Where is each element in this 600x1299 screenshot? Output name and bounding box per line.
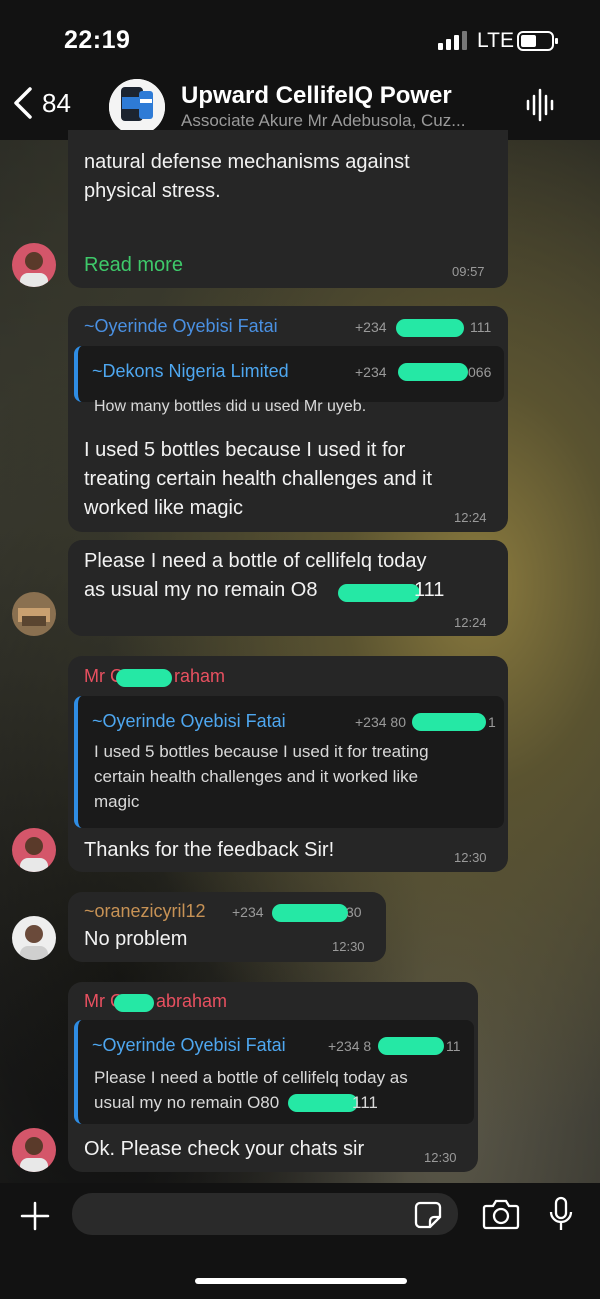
sender-name[interactable]: ~oranezicyril12	[84, 901, 206, 922]
sender-name[interactable]: ~Oyerinde Oyebisi Fatai	[84, 316, 278, 337]
quote-text: usual my no remain O80	[94, 1093, 280, 1112]
message-time: 12:24	[454, 615, 487, 630]
avatar[interactable]	[12, 916, 56, 960]
message-time: 12:30	[424, 1150, 457, 1165]
message-text: No problem	[84, 928, 188, 950]
quote-text: How many bottles did u used Mr uyeb.	[94, 398, 367, 415]
quote-phone-suffix: 066	[468, 364, 492, 380]
message-bubble[interactable]: natural defense mechanisms against physi…	[68, 130, 508, 288]
message-bubble[interactable]: Mr C raham ~Oyerinde Oyebisi Fatai +234 …	[68, 656, 508, 872]
redaction-mark	[398, 363, 468, 381]
quote-text: I used 5 bottles because I used it for t…	[94, 742, 429, 761]
message-text: Please I need a bottle of cellifelq toda…	[84, 550, 427, 572]
read-more-link[interactable]: Read more	[84, 251, 183, 280]
quote-phone: +234 80	[355, 714, 406, 730]
message-bubble[interactable]: ~oranezicyril12 +234 30 No problem 12:30	[68, 892, 386, 962]
redaction-mark	[338, 584, 420, 602]
message-text: natural defense mechanisms against	[84, 151, 410, 173]
mic-icon[interactable]	[548, 1196, 574, 1232]
quote-phone-suffix: 11	[446, 1038, 461, 1054]
unread-count: 84	[42, 87, 71, 118]
message-text: treating certain health challenges and i…	[84, 468, 433, 490]
camera-icon[interactable]	[482, 1198, 520, 1230]
home-indicator[interactable]	[195, 1278, 407, 1284]
quote-sender: ~Oyerinde Oyebisi Fatai	[92, 1035, 286, 1055]
quote-text: 111	[352, 1093, 378, 1112]
voice-wave-icon[interactable]	[525, 88, 557, 122]
message-bubble[interactable]: Please I need a bottle of cellifelq toda…	[68, 540, 508, 636]
redaction-mark	[378, 1037, 444, 1055]
battery-icon	[517, 31, 558, 51]
sender-name[interactable]: raham	[174, 666, 225, 687]
group-avatar[interactable]	[109, 79, 165, 135]
quote-text: Please I need a bottle of cellifelq toda…	[94, 1068, 408, 1087]
quoted-message[interactable]: ~Oyerinde Oyebisi Fatai +234 8 11 Please…	[74, 1020, 474, 1124]
message-time: 12:30	[454, 850, 487, 865]
sticker-icon[interactable]	[414, 1201, 442, 1229]
sender-phone: +234	[355, 319, 387, 335]
chevron-left-icon	[14, 87, 32, 119]
message-text: Ok. Please check your chats sir	[84, 1138, 365, 1160]
quote-text: certain health challenges and it worked …	[94, 767, 419, 786]
message-text: 111	[414, 579, 445, 601]
quote-phone: +234	[355, 364, 387, 380]
redaction-mark	[272, 904, 348, 922]
message-text: worked like magic	[84, 497, 243, 519]
avatar[interactable]	[12, 828, 56, 872]
quoted-message[interactable]: ~Dekons Nigeria Limited +234 066 How man…	[74, 346, 504, 415]
quote-sender: ~Dekons Nigeria Limited	[92, 361, 289, 381]
product-image	[109, 79, 165, 135]
avatar[interactable]	[12, 1128, 56, 1172]
message-time: 12:30	[332, 939, 365, 954]
sender-phone: +234	[232, 904, 264, 920]
quote-sender: ~Oyerinde Oyebisi Fatai	[92, 711, 286, 731]
status-time: 22:19	[64, 26, 131, 54]
message-text: physical stress.	[84, 180, 221, 202]
chat-subtitle[interactable]: Associate Akure Mr Adebusola, Cuz...	[181, 111, 511, 131]
quoted-message[interactable]: ~Oyerinde Oyebisi Fatai +234 80 1 I used…	[74, 696, 504, 828]
network-label: LTE	[477, 29, 514, 52]
message-text: Thanks for the feedback Sir!	[84, 839, 335, 861]
redaction-mark	[412, 713, 486, 731]
message-bubble[interactable]: Mr C abraham ~Oyerinde Oyebisi Fatai +23…	[68, 982, 478, 1172]
sender-name[interactable]: abraham	[156, 991, 227, 1012]
redaction-mark	[288, 1094, 358, 1112]
avatar[interactable]	[12, 592, 56, 636]
redaction-mark	[114, 994, 154, 1012]
chat-title[interactable]: Upward CellifeIQ Power	[181, 82, 452, 110]
sender-phone-suffix: 30	[346, 904, 362, 920]
top-bar: 22:19 LTE 84 Upward CellifeIQ Power Asso…	[0, 0, 600, 140]
message-input[interactable]	[72, 1193, 458, 1235]
quote-text: magic	[94, 792, 140, 811]
avatar[interactable]	[12, 243, 56, 287]
message-time: 12:24	[454, 510, 487, 525]
composer-bar	[0, 1183, 600, 1299]
plus-icon[interactable]	[18, 1199, 52, 1233]
back-button[interactable]: 84	[12, 86, 71, 120]
sender-phone-suffix: 111	[470, 319, 492, 335]
redaction-mark	[396, 319, 464, 337]
message-bubble[interactable]: ~Oyerinde Oyebisi Fatai +234 111 ~Dekons…	[68, 306, 508, 532]
redaction-mark	[116, 669, 172, 687]
message-text: I used 5 bottles because I used it for	[84, 439, 406, 461]
quote-phone: +234 8	[328, 1038, 372, 1054]
quote-phone-suffix: 1	[488, 714, 496, 730]
signal-icon	[438, 31, 467, 50]
message-text: as usual my no remain O8	[84, 579, 318, 601]
message-time: 09:57	[452, 264, 485, 279]
